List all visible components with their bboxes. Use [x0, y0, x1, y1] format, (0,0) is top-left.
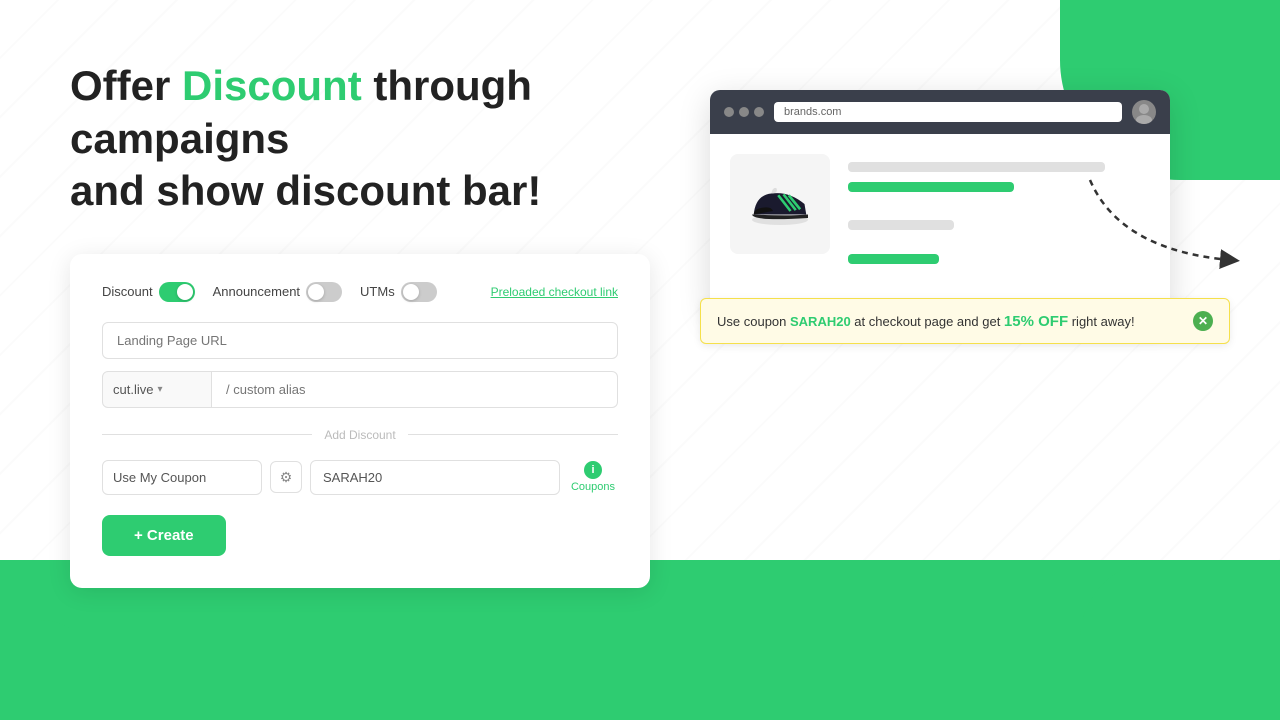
left-panel: Offer Discount through campaigns and sho… [70, 60, 670, 588]
discount-suffix: right away! [1068, 314, 1134, 329]
coupons-label: Coupons [571, 481, 615, 493]
domain-value: cut.live [113, 382, 153, 397]
browser-dot-3 [754, 107, 764, 117]
browser-toolbar: brands.com [710, 90, 1170, 134]
form-card: Discount Announcement UTMs Preloaded che… [70, 254, 650, 588]
gear-icon: ⚙ [280, 469, 293, 486]
discount-percentage: 15% OFF [1004, 313, 1068, 330]
browser-avatar [1132, 100, 1156, 124]
product-detail-line [848, 220, 954, 230]
product-price-line [848, 254, 939, 264]
coupon-type-select[interactable]: Use My Coupon [102, 460, 262, 495]
url-row: cut.live ▾ [102, 371, 618, 408]
main-content: Offer Discount through campaigns and sho… [0, 0, 1280, 720]
right-panel: brands.com [710, 90, 1220, 314]
coupons-button[interactable]: i Coupons [568, 461, 618, 493]
gear-settings-button[interactable]: ⚙ [270, 461, 302, 493]
browser-dot-2 [739, 107, 749, 117]
discount-bar-close-button[interactable]: ✕ [1193, 311, 1213, 331]
utms-toggle-item: UTMs [360, 282, 437, 302]
discount-toggle-item: Discount [102, 282, 195, 302]
coupon-code-input[interactable] [310, 460, 560, 495]
chevron-down-icon: ▾ [157, 384, 162, 395]
coupons-icon: i [584, 461, 602, 479]
shoe-icon [745, 169, 815, 239]
arrow-decoration [1080, 160, 1280, 280]
browser-url-text: brands.com [784, 106, 841, 118]
product-title-line-1 [848, 162, 1105, 172]
add-discount-label: Add Discount [312, 428, 407, 442]
discount-prefix: Use coupon [717, 314, 790, 329]
url-domain-select[interactable]: cut.live ▾ [102, 371, 212, 408]
create-button-label: + Create [134, 527, 194, 544]
product-image [730, 154, 830, 254]
discount-bar: Use coupon SARAH20 at checkout page and … [700, 298, 1230, 344]
custom-alias-input[interactable] [212, 371, 618, 408]
announcement-toggle-item: Announcement [213, 282, 342, 302]
create-button[interactable]: + Create [102, 515, 226, 556]
discount-bar-text: Use coupon SARAH20 at checkout page and … [717, 313, 1135, 330]
discount-row: Use My Coupon ⚙ i Coupons [102, 460, 618, 495]
announcement-toggle[interactable] [306, 282, 342, 302]
headline-prefix: Offer [70, 62, 182, 109]
discount-toggle[interactable] [159, 282, 195, 302]
utms-toggle[interactable] [401, 282, 437, 302]
browser-dots [724, 107, 764, 117]
toggle-row: Discount Announcement UTMs Preloaded che… [102, 282, 618, 302]
discount-middle: at checkout page and get [851, 314, 1004, 329]
discount-coupon-code: SARAH20 [790, 314, 851, 329]
announcement-label: Announcement [213, 284, 300, 299]
user-avatar-icon [1132, 100, 1156, 124]
browser-url-bar[interactable]: brands.com [774, 102, 1122, 122]
headline-line2: and show discount bar! [70, 167, 541, 214]
preloaded-checkout-link[interactable]: Preloaded checkout link [491, 285, 618, 299]
headline: Offer Discount through campaigns and sho… [70, 60, 670, 218]
product-title-line-2 [848, 182, 1014, 192]
add-discount-divider: Add Discount [102, 428, 618, 442]
utms-label: UTMs [360, 284, 395, 299]
headline-highlight: Discount [182, 62, 362, 109]
landing-page-url-input[interactable] [102, 322, 618, 359]
discount-label: Discount [102, 284, 153, 299]
browser-dot-1 [724, 107, 734, 117]
